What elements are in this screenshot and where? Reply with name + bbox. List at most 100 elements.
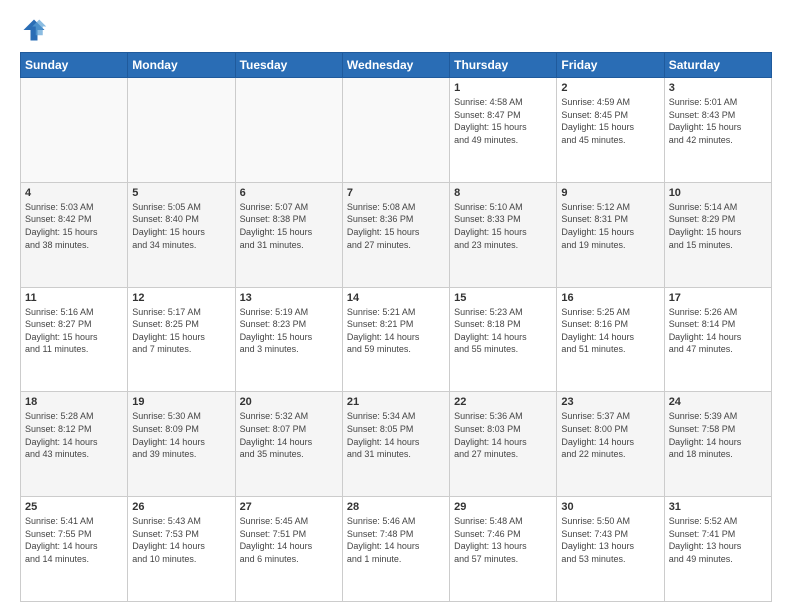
calendar-cell: 16 Sunrise: 5:25 AM Sunset: 8:16 PM Dayli… xyxy=(557,287,664,392)
day-info: Sunrise: 5:39 AM Sunset: 7:58 PM Dayligh… xyxy=(669,410,767,460)
calendar-cell: 28 Sunrise: 5:46 AM Sunset: 7:48 PM Dayli… xyxy=(342,497,449,602)
day-number: 28 xyxy=(347,501,445,513)
day-number: 11 xyxy=(25,292,123,304)
calendar-cell: 26Sunrise: 5:43 AM Sunset: 7:53 PM Dayli… xyxy=(128,497,235,602)
day-number: 21 xyxy=(347,396,445,408)
calendar-body: 1 Sunrise: 4:58 AM Sunset: 8:47 PM Daylig… xyxy=(21,78,772,602)
day-info: Sunrise: 5:25 AM Sunset: 8:16 PM Dayligh… xyxy=(561,306,659,356)
calendar-cell: 22Sunrise: 5:36 AM Sunset: 8:03 PM Dayli… xyxy=(450,392,557,497)
weekday-header-sunday: Sunday xyxy=(21,53,128,78)
calendar-cell: 12 Sunrise: 5:17 AM Sunset: 8:25 PM Dayli… xyxy=(128,287,235,392)
calendar-cell xyxy=(342,78,449,183)
day-number: 22 xyxy=(454,396,552,408)
weekday-header-monday: Monday xyxy=(128,53,235,78)
logo xyxy=(20,16,52,44)
day-number: 10 xyxy=(669,187,767,199)
day-number: 7 xyxy=(347,187,445,199)
day-info: Sunrise: 5:37 AM Sunset: 8:00 PM Dayligh… xyxy=(561,410,659,460)
calendar-week-4: 18 Sunrise: 5:28 AM Sunset: 8:12 PM Dayli… xyxy=(21,392,772,497)
calendar-cell: 4 Sunrise: 5:03 AM Sunset: 8:42 PM Daylig… xyxy=(21,182,128,287)
day-info: Sunrise: 5:03 AM Sunset: 8:42 PM Dayligh… xyxy=(25,201,123,251)
calendar-week-2: 4 Sunrise: 5:03 AM Sunset: 8:42 PM Daylig… xyxy=(21,182,772,287)
day-number: 14 xyxy=(347,292,445,304)
calendar-cell: 20 Sunrise: 5:32 AM Sunset: 8:07 PM Dayli… xyxy=(235,392,342,497)
day-number: 31 xyxy=(669,501,767,513)
calendar-cell xyxy=(128,78,235,183)
calendar-cell: 1 Sunrise: 4:58 AM Sunset: 8:47 PM Daylig… xyxy=(450,78,557,183)
calendar-cell: 17 Sunrise: 5:26 AM Sunset: 8:14 PM Dayli… xyxy=(664,287,771,392)
day-number: 18 xyxy=(25,396,123,408)
day-info: Sunrise: 4:59 AM Sunset: 8:45 PM Dayligh… xyxy=(561,96,659,146)
logo-icon xyxy=(20,16,48,44)
day-number: 6 xyxy=(240,187,338,199)
day-number: 5 xyxy=(132,187,230,199)
day-info: Sunrise: 5:21 AM Sunset: 8:21 PM Dayligh… xyxy=(347,306,445,356)
day-number: 4 xyxy=(25,187,123,199)
day-info: Sunrise: 5:48 AM Sunset: 7:46 PM Dayligh… xyxy=(454,515,552,565)
day-info: Sunrise: 5:52 AM Sunset: 7:41 PM Dayligh… xyxy=(669,515,767,565)
day-info: Sunrise: 5:19 AM Sunset: 8:23 PM Dayligh… xyxy=(240,306,338,356)
day-info: Sunrise: 5:34 AM Sunset: 8:05 PM Dayligh… xyxy=(347,410,445,460)
calendar-cell: 10 Sunrise: 5:14 AM Sunset: 8:29 PM Dayli… xyxy=(664,182,771,287)
calendar-week-1: 1 Sunrise: 4:58 AM Sunset: 8:47 PM Daylig… xyxy=(21,78,772,183)
day-info: Sunrise: 5:26 AM Sunset: 8:14 PM Dayligh… xyxy=(669,306,767,356)
calendar-cell: 6Sunrise: 5:07 AM Sunset: 8:38 PM Daylig… xyxy=(235,182,342,287)
weekday-header-tuesday: Tuesday xyxy=(235,53,342,78)
calendar-cell: 19Sunrise: 5:30 AM Sunset: 8:09 PM Dayli… xyxy=(128,392,235,497)
day-info: Sunrise: 5:08 AM Sunset: 8:36 PM Dayligh… xyxy=(347,201,445,251)
day-info: Sunrise: 5:45 AM Sunset: 7:51 PM Dayligh… xyxy=(240,515,338,565)
day-number: 29 xyxy=(454,501,552,513)
calendar-cell: 5 Sunrise: 5:05 AM Sunset: 8:40 PM Daylig… xyxy=(128,182,235,287)
day-number: 25 xyxy=(25,501,123,513)
calendar-table: SundayMondayTuesdayWednesdayThursdayFrid… xyxy=(20,52,772,602)
calendar-cell: 14 Sunrise: 5:21 AM Sunset: 8:21 PM Dayli… xyxy=(342,287,449,392)
calendar-cell: 13 Sunrise: 5:19 AM Sunset: 8:23 PM Dayli… xyxy=(235,287,342,392)
day-number: 26 xyxy=(132,501,230,513)
calendar-cell: 11 Sunrise: 5:16 AM Sunset: 8:27 PM Dayli… xyxy=(21,287,128,392)
day-number: 24 xyxy=(669,396,767,408)
calendar-cell: 27 Sunrise: 5:45 AM Sunset: 7:51 PM Dayli… xyxy=(235,497,342,602)
day-info: Sunrise: 5:14 AM Sunset: 8:29 PM Dayligh… xyxy=(669,201,767,251)
calendar-cell xyxy=(235,78,342,183)
day-number: 12 xyxy=(132,292,230,304)
day-number: 13 xyxy=(240,292,338,304)
calendar-cell: 2 Sunrise: 4:59 AM Sunset: 8:45 PM Daylig… xyxy=(557,78,664,183)
calendar-cell: 25Sunrise: 5:41 AM Sunset: 7:55 PM Dayli… xyxy=(21,497,128,602)
day-info: Sunrise: 5:28 AM Sunset: 8:12 PM Dayligh… xyxy=(25,410,123,460)
calendar-cell: 23Sunrise: 5:37 AM Sunset: 8:00 PM Dayli… xyxy=(557,392,664,497)
day-number: 20 xyxy=(240,396,338,408)
weekday-header-wednesday: Wednesday xyxy=(342,53,449,78)
calendar-cell: 21 Sunrise: 5:34 AM Sunset: 8:05 PM Dayli… xyxy=(342,392,449,497)
calendar-cell: 18 Sunrise: 5:28 AM Sunset: 8:12 PM Dayli… xyxy=(21,392,128,497)
page: SundayMondayTuesdayWednesdayThursdayFrid… xyxy=(0,0,792,612)
weekday-row: SundayMondayTuesdayWednesdayThursdayFrid… xyxy=(21,53,772,78)
day-info: Sunrise: 5:50 AM Sunset: 7:43 PM Dayligh… xyxy=(561,515,659,565)
day-number: 1 xyxy=(454,82,552,94)
header xyxy=(20,16,772,44)
day-number: 17 xyxy=(669,292,767,304)
calendar-cell: 7 Sunrise: 5:08 AM Sunset: 8:36 PM Daylig… xyxy=(342,182,449,287)
calendar-cell: 30 Sunrise: 5:50 AM Sunset: 7:43 PM Dayli… xyxy=(557,497,664,602)
calendar-cell: 8Sunrise: 5:10 AM Sunset: 8:33 PM Daylig… xyxy=(450,182,557,287)
calendar-cell: 31 Sunrise: 5:52 AM Sunset: 7:41 PM Dayli… xyxy=(664,497,771,602)
calendar-cell: 29 Sunrise: 5:48 AM Sunset: 7:46 PM Dayli… xyxy=(450,497,557,602)
day-info: Sunrise: 5:46 AM Sunset: 7:48 PM Dayligh… xyxy=(347,515,445,565)
day-info: Sunrise: 5:10 AM Sunset: 8:33 PM Dayligh… xyxy=(454,201,552,251)
calendar-week-3: 11 Sunrise: 5:16 AM Sunset: 8:27 PM Dayli… xyxy=(21,287,772,392)
day-info: Sunrise: 5:17 AM Sunset: 8:25 PM Dayligh… xyxy=(132,306,230,356)
day-info: Sunrise: 5:30 AM Sunset: 8:09 PM Dayligh… xyxy=(132,410,230,460)
day-info: Sunrise: 5:16 AM Sunset: 8:27 PM Dayligh… xyxy=(25,306,123,356)
day-number: 30 xyxy=(561,501,659,513)
calendar-cell xyxy=(21,78,128,183)
calendar-cell: 15Sunrise: 5:23 AM Sunset: 8:18 PM Dayli… xyxy=(450,287,557,392)
calendar-cell: 9Sunrise: 5:12 AM Sunset: 8:31 PM Daylig… xyxy=(557,182,664,287)
calendar-week-5: 25Sunrise: 5:41 AM Sunset: 7:55 PM Dayli… xyxy=(21,497,772,602)
day-info: Sunrise: 5:05 AM Sunset: 8:40 PM Dayligh… xyxy=(132,201,230,251)
calendar-cell: 24 Sunrise: 5:39 AM Sunset: 7:58 PM Dayli… xyxy=(664,392,771,497)
day-number: 2 xyxy=(561,82,659,94)
day-number: 16 xyxy=(561,292,659,304)
day-info: Sunrise: 4:58 AM Sunset: 8:47 PM Dayligh… xyxy=(454,96,552,146)
calendar-header: SundayMondayTuesdayWednesdayThursdayFrid… xyxy=(21,53,772,78)
day-number: 27 xyxy=(240,501,338,513)
day-info: Sunrise: 5:32 AM Sunset: 8:07 PM Dayligh… xyxy=(240,410,338,460)
